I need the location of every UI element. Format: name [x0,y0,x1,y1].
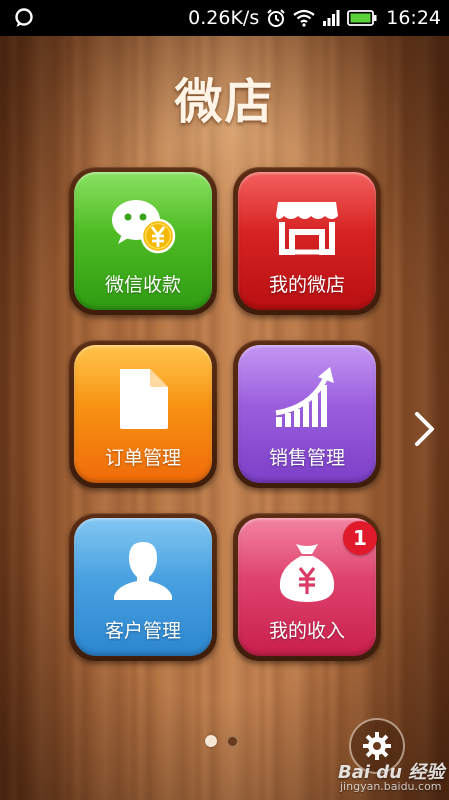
chevron-right-icon[interactable] [412,410,438,448]
tile-customer-management[interactable]: 客户管理 [69,513,217,661]
money-bag-icon [279,544,335,602]
page-dot-active [205,735,217,747]
status-bar: 0.26K/s 16:24 [0,0,449,36]
tile-wechat-payment[interactable]: 微信收款 [69,167,217,315]
alarm-icon [267,9,285,27]
sales-growth-icon [275,367,334,427]
tile-label: 我的微店 [268,274,345,296]
network-speed: 0.26K/s [188,7,260,29]
tile-label: 客户管理 [104,620,181,642]
tile-my-store[interactable]: 我的微店 [233,167,381,315]
clock: 16:24 [386,7,441,29]
tile-label: 微信收款 [104,274,181,296]
page-dot-inactive [226,735,239,748]
battery-icon [347,10,377,26]
notification-badge: 1 [343,521,377,555]
person-icon [114,542,172,600]
chat-bubble-icon [15,8,33,27]
wechat-payment-icon [112,200,176,254]
signal-icon [323,10,340,26]
tile-label: 销售管理 [268,447,345,469]
watermark-url: jingyan.baidu.com [340,780,442,793]
document-icon [120,369,168,429]
tile-label: 我的收入 [268,620,345,642]
tile-order-management[interactable]: 订单管理 [69,340,217,488]
gear-icon [363,732,391,760]
app-title: 微店 [174,74,275,130]
page-indicator [205,735,239,748]
tile-my-income[interactable]: 我的收入 1 [233,513,381,661]
storefront-icon [276,202,338,255]
tile-sales-management[interactable]: 销售管理 [233,340,381,488]
wifi-icon [293,9,315,27]
wood-background [0,36,449,800]
tile-label: 订单管理 [104,447,181,469]
